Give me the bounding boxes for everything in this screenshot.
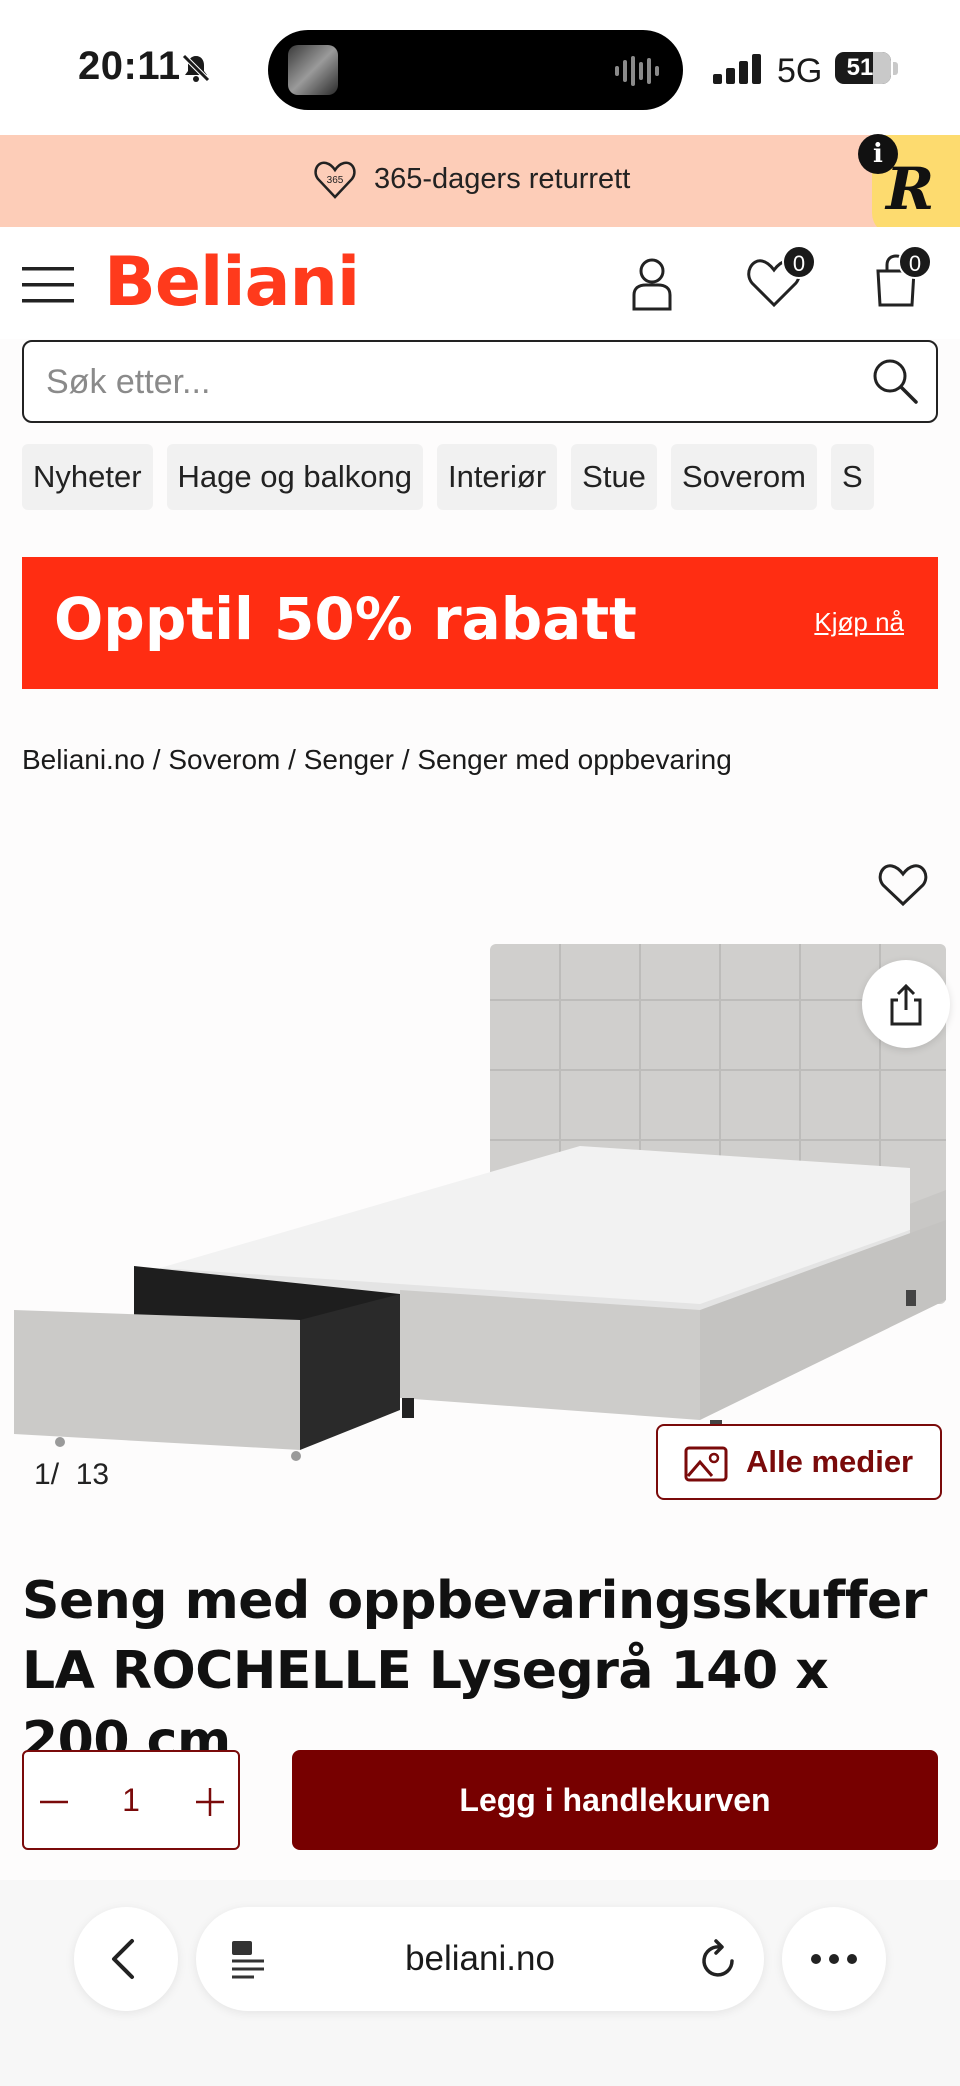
browser-url-text: beliani.no — [405, 1939, 555, 1978]
image-counter-total: 13 — [75, 1458, 110, 1491]
image-counter: 1/ 13 — [34, 1458, 109, 1492]
heart-365-icon: 365 — [314, 161, 356, 199]
category-partial[interactable]: S — [830, 444, 874, 510]
info-icon[interactable]: i — [858, 134, 898, 174]
category-nyheter[interactable]: Nyheter — [22, 444, 153, 510]
share-button[interactable] — [862, 960, 950, 1048]
category-hage-og-balkong[interactable]: Hage og balkong — [166, 444, 423, 510]
back-chevron-icon — [112, 1939, 134, 1979]
browser-more-button[interactable] — [782, 1907, 886, 2011]
category-stue[interactable]: Stue — [571, 444, 657, 510]
silent-bell-icon — [182, 54, 210, 82]
browser-back-button[interactable] — [74, 1907, 178, 2011]
cellular-signal-icon — [713, 54, 761, 84]
share-icon — [890, 984, 922, 1026]
site-header: Beliani 0 0 — [0, 227, 960, 339]
favorite-heart-icon[interactable] — [878, 862, 928, 908]
category-nav: Nyheter Hage og balkong Interiør Stue Sovero… — [22, 444, 960, 510]
sale-banner[interactable]: Opptil 50% rabatt Kjøp nå — [22, 557, 938, 689]
sale-banner-headline: Opptil 50% rabatt — [54, 585, 637, 653]
returns-promo-bar[interactable]: 365 365-dagers returrett — [0, 135, 960, 227]
quantity-stepper: 1 — [22, 1750, 240, 1850]
more-dots-icon — [811, 1954, 857, 1964]
status-bar: 20:11 5G 51 — [0, 0, 960, 135]
beliani-logo[interactable]: Beliani — [104, 243, 360, 322]
returns-promo-text: 365-dagers returrett — [374, 163, 631, 195]
product-image-gallery[interactable] — [0, 810, 960, 1510]
hamburger-menu-icon[interactable] — [22, 265, 76, 305]
image-gallery-icon — [684, 1446, 728, 1482]
reload-icon[interactable] — [698, 1937, 738, 1981]
now-playing-artwork — [288, 45, 338, 95]
increase-quantity-button[interactable] — [194, 1786, 226, 1818]
battery-icon: 51 — [835, 52, 891, 84]
audio-waveform-icon — [615, 56, 659, 86]
sale-banner-cta[interactable]: Kjøp nå — [814, 607, 904, 638]
user-account-icon[interactable] — [630, 257, 674, 311]
wishlist-count-badge: 0 — [782, 245, 816, 279]
category-soverom[interactable]: Soverom — [670, 444, 817, 510]
add-to-cart-button[interactable]: Legg i handlekurven — [292, 1750, 938, 1850]
breadcrumb[interactable]: Beliani.no / Soverom / Senger / Senger m… — [22, 744, 732, 776]
browser-url-bar[interactable]: beliani.no — [196, 1907, 764, 2011]
heart-365-text: 365 — [327, 175, 344, 186]
clock: 20:11 — [78, 44, 181, 88]
network-type: 5G — [777, 52, 823, 90]
product-title: Seng med oppbevaringsskuffer LA ROCHELLE… — [22, 1571, 927, 1771]
battery-tip — [893, 62, 898, 75]
image-counter-separator: / — [50, 1458, 60, 1491]
dynamic-island[interactable] — [268, 30, 683, 110]
search-bar — [22, 340, 938, 423]
search-input[interactable] — [46, 356, 846, 408]
battery-level: 51 — [846, 54, 874, 81]
cart-count-badge: 0 — [898, 245, 932, 279]
all-media-label: Alle medier — [746, 1444, 914, 1479]
product-image-bed — [14, 944, 946, 1461]
search-icon[interactable] — [870, 356, 920, 406]
category-interior[interactable]: Interiør — [436, 444, 558, 510]
all-media-button[interactable]: Alle medier — [656, 1424, 942, 1500]
image-counter-current: 1 — [34, 1458, 51, 1491]
